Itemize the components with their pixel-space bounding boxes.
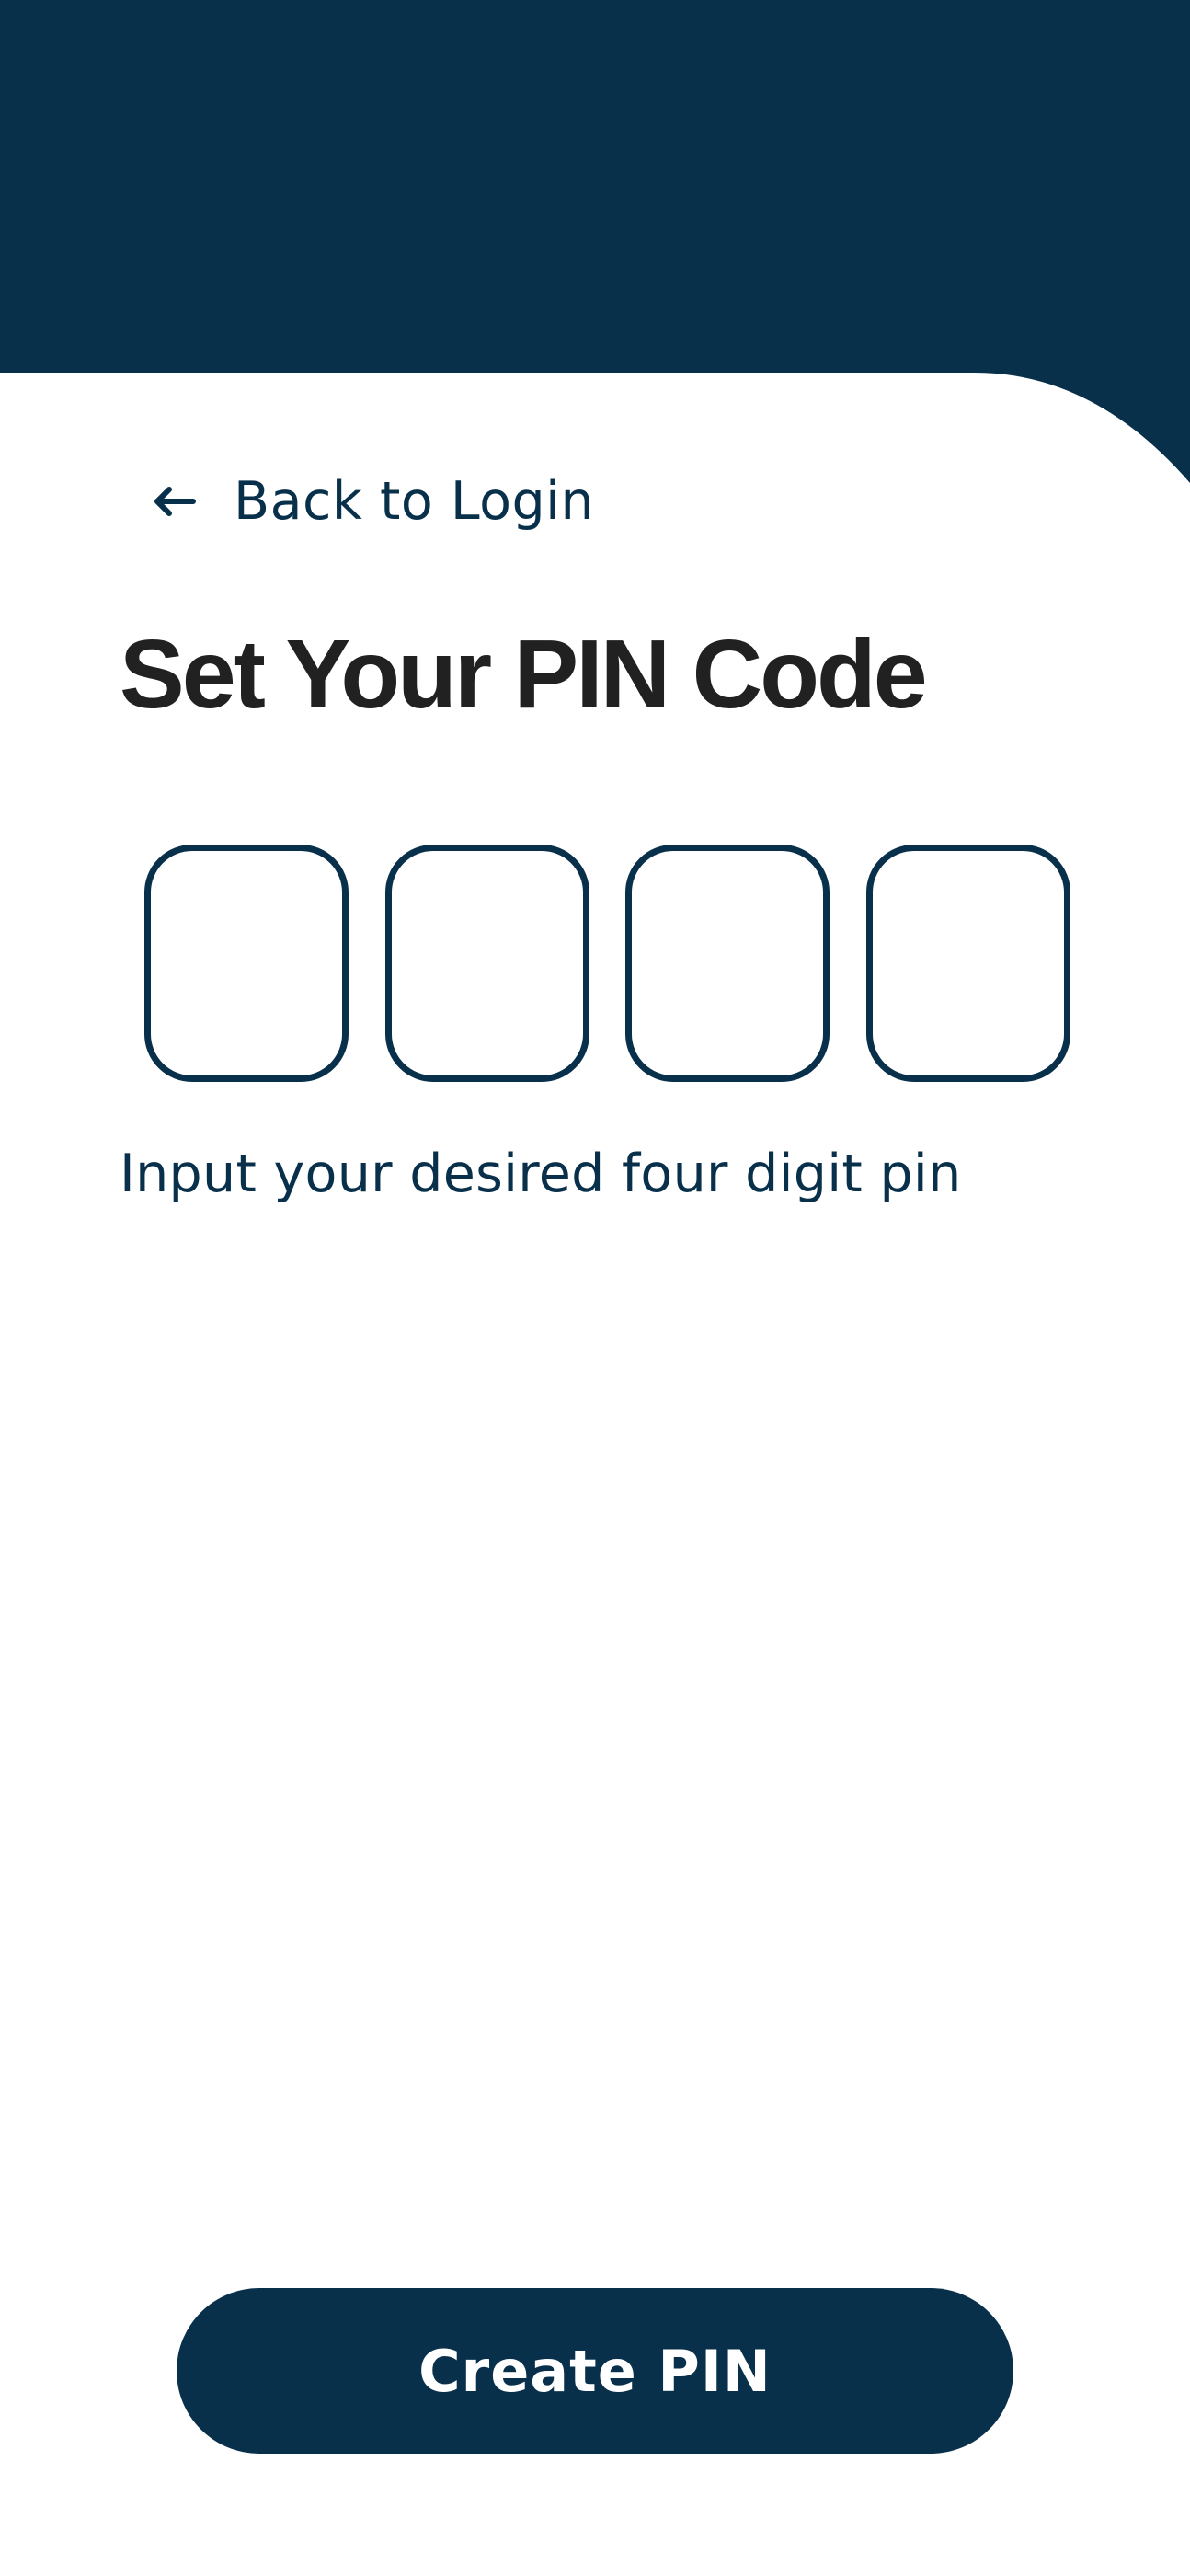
pin-digit-2-input[interactable]: [385, 845, 589, 1082]
pin-digit-4-input[interactable]: [866, 845, 1070, 1082]
pin-digit-1-input[interactable]: [144, 845, 349, 1082]
back-to-login-link[interactable]: Back to Login: [147, 460, 594, 543]
back-to-login-label: Back to Login: [234, 470, 595, 532]
pin-input-group: [144, 845, 1071, 1082]
page-title: Set Your PIN Code: [120, 620, 928, 729]
header-banner: [0, 0, 1190, 483]
pin-digit-3-input[interactable]: [625, 845, 830, 1082]
arrow-left-icon-path: [154, 487, 196, 516]
pin-hint-text: Input your desired four digit pin: [120, 1144, 962, 1204]
create-pin-button[interactable]: Create PIN: [177, 2288, 1013, 2454]
arrow-left-icon: [154, 487, 196, 516]
header-banner-shape: [0, 0, 1190, 483]
